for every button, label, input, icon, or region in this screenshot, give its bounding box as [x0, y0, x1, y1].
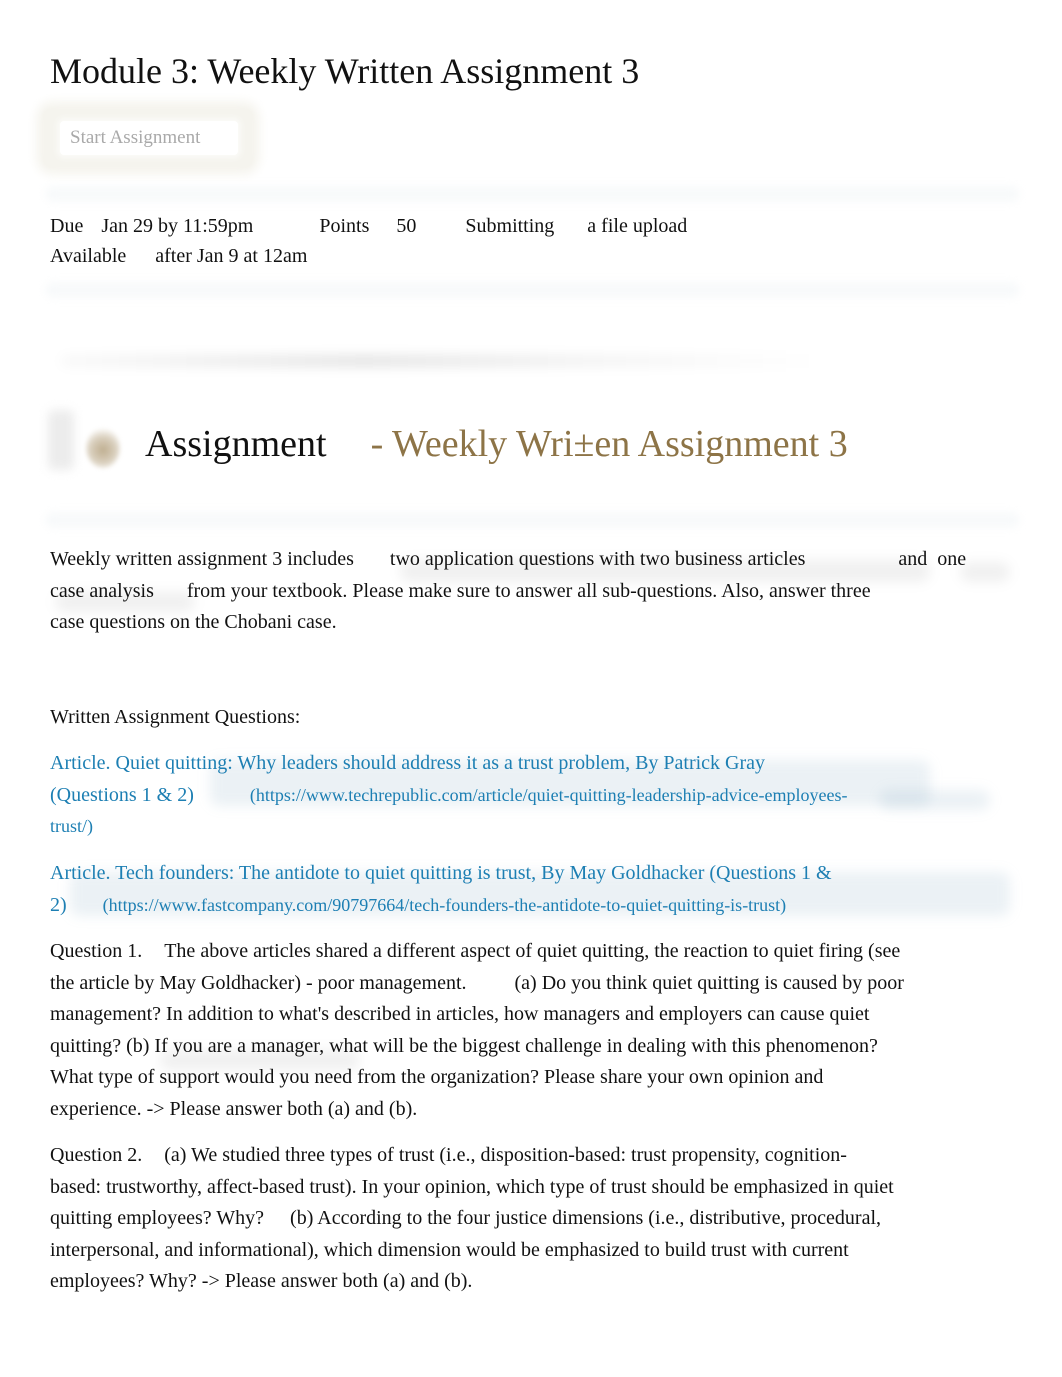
points-label: Points [319, 215, 370, 237]
article-1: Article. Quiet quitting: Why leaders sho… [50, 748, 970, 843]
details-row-1: Due Jan 29 by 11:59pm Points 50 Submitting a … [50, 213, 687, 239]
article-1-title-link-cont[interactable]: (Questions 1 & 2) [50, 784, 194, 806]
available-label: Available [50, 245, 127, 267]
divider [45, 512, 1020, 528]
blurred-banner [60, 354, 820, 368]
section-heading: Assignment - Weekly Wri±en Assignment 3 [145, 420, 848, 468]
question-2-label: Question 2. [50, 1144, 143, 1166]
questions-heading: Written Assignment Questions: [50, 706, 301, 728]
section-heading-label: Assignment [145, 423, 327, 465]
intro-line-2: case analysis from your textbook. Please … [50, 579, 871, 602]
divider [45, 282, 1020, 298]
intro-line-3: case questions on the Chobani case. [50, 611, 337, 633]
article-1-title-link[interactable]: Article. Quiet quitting: Why leaders sho… [50, 752, 765, 774]
article-2-title-link[interactable]: Article. Tech founders: The antidote to … [50, 862, 832, 884]
submitting-value: a file upload [587, 215, 688, 237]
divider [45, 186, 1020, 202]
question-1-label: Question 1. [50, 940, 143, 962]
assignment-icon [86, 428, 120, 468]
details-row-2: Available after Jan 9 at 12am [50, 243, 307, 269]
document-icon [48, 410, 74, 470]
start-assignment-button[interactable]: Start Assignment [60, 121, 238, 155]
due-value: Jan 29 by 11:59pm [101, 215, 254, 237]
page-title: Module 3: Weekly Written Assignment 3 [50, 51, 640, 91]
section-heading-accent: - Weekly Wri±en Assignment 3 [370, 423, 848, 465]
intro-line-1: Weekly written assignment 3 includes two … [50, 548, 967, 570]
question-2: Question 2. (a) We studied three types of… [50, 1144, 894, 1292]
article-2-url-link[interactable]: (https://www.fastcompany.com/90797664/te… [103, 895, 787, 915]
article-1-url-link-cont[interactable]: trust/) [50, 816, 93, 836]
article-2-title-link-cont[interactable]: 2) [50, 894, 67, 916]
available-value: after Jan 9 at 12am [155, 245, 308, 267]
due-label: Due [50, 215, 84, 237]
question-1: Question 1. The above articles shared a d… [50, 940, 904, 1120]
article-2: Article. Tech founders: The antidote to … [50, 858, 970, 921]
intro-paragraph: Weekly written assignment 3 includes two … [50, 544, 970, 639]
submitting-label: Submitting [465, 215, 555, 237]
points-value: 50 [396, 215, 417, 237]
article-1-url-link[interactable]: (https://www.techrepublic.com/article/qu… [250, 785, 848, 805]
